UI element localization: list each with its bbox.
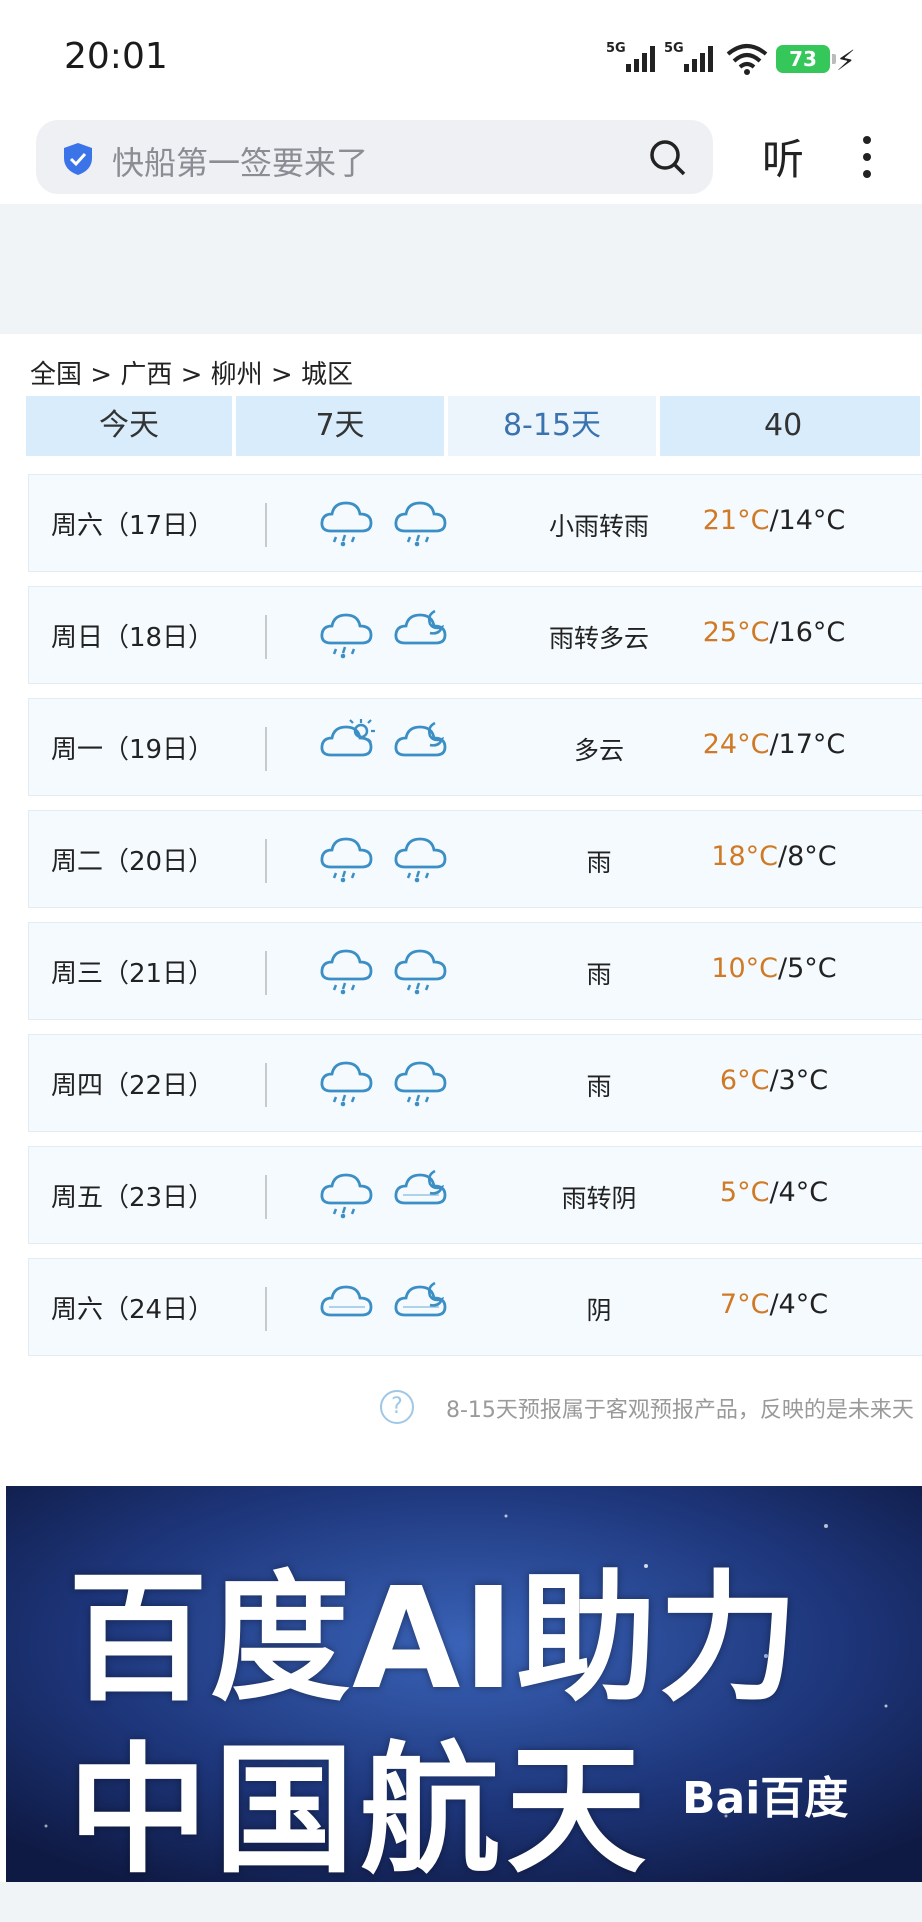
baidu-logo: Bai百度 — [682, 1773, 849, 1824]
rain-icon — [319, 941, 377, 995]
battery-indicator: 73 — [776, 45, 836, 73]
rain-icon — [319, 605, 377, 659]
tab-40days[interactable]: 40 — [660, 396, 920, 456]
rain-icon — [393, 941, 451, 995]
forecast-day: 周日（18日） — [51, 623, 215, 653]
temperature-range: 10°C/5°C — [659, 953, 889, 984]
forecast-row[interactable]: 周一（19日） 多云 24°C/17°C — [28, 698, 922, 796]
tab-7days[interactable]: 7天 — [236, 396, 444, 456]
temperature-range: 7°C/4°C — [659, 1289, 889, 1320]
forecast-row[interactable]: 周六（24日）阴 7°C/4°C — [28, 1258, 922, 1356]
divider — [265, 727, 267, 771]
divider — [265, 1287, 267, 1331]
wifi-icon — [726, 44, 768, 75]
shield-icon — [64, 143, 92, 175]
bottom-strip — [0, 1882, 922, 1922]
temperature-range: 6°C/3°C — [659, 1065, 889, 1096]
high-temp: 21°C — [702, 505, 770, 536]
light-rain-icon — [319, 493, 377, 547]
help-icon[interactable]: ? — [380, 1390, 414, 1424]
divider — [265, 615, 267, 659]
low-temp: /14°C — [769, 505, 846, 536]
partly-cloudy-icon — [319, 717, 377, 769]
low-temp: /16°C — [769, 617, 846, 648]
rain-icon — [319, 829, 377, 883]
high-temp: 25°C — [702, 617, 770, 648]
high-temp: 10°C — [711, 953, 779, 984]
spacer-band — [0, 204, 922, 334]
forecast-tabs: 今天 7天 8-15天 40 — [26, 396, 922, 458]
cellular-signal-icon: 5G — [606, 41, 655, 72]
status-bar: 20:01 5G 5G 73 ⚡ — [0, 0, 922, 112]
search-placeholder: 快船第一签要来了 — [112, 144, 369, 182]
temperature-range: 18°C/8°C — [659, 841, 889, 872]
cloudy-night-icon — [393, 717, 451, 769]
forecast-row[interactable]: 周三（21日）雨 10°C/5°C — [28, 922, 922, 1020]
rain-icon — [319, 1053, 377, 1107]
overcast-night-icon — [393, 1277, 451, 1329]
svg-text:5G: 5G — [664, 41, 684, 56]
forecast-row[interactable]: 周日（18日） 雨转多云 25°C/16°C — [28, 586, 922, 684]
search-icon[interactable] — [648, 138, 688, 178]
svg-text:5G: 5G — [606, 41, 626, 56]
cloudy-night-icon — [393, 605, 451, 657]
more-menu-icon[interactable] — [863, 136, 873, 187]
forecast-note: ? 8-15天预报属于客观预报产品，反映的是未来天 — [310, 1390, 922, 1430]
low-temp: /17°C — [769, 729, 846, 760]
rain-icon — [319, 1165, 377, 1219]
divider — [265, 839, 267, 883]
banner-ad[interactable]: 百度AI助力 中国航天 Bai百度 — [6, 1486, 922, 1882]
status-time: 20:01 — [64, 36, 168, 77]
forecast-row[interactable]: 周四（22日）雨 6°C/3°C — [28, 1034, 922, 1132]
tab-today[interactable]: 今天 — [26, 396, 232, 456]
divider — [265, 503, 267, 547]
overcast-night-icon — [393, 1165, 451, 1217]
forecast-day: 周一（19日） — [51, 735, 215, 765]
cellular-signal-icon: 5G — [664, 41, 713, 72]
forecast-day: 周六（24日） — [51, 1295, 215, 1325]
tab-8-15days[interactable]: 8-15天 — [448, 396, 656, 456]
low-temp: /4°C — [769, 1177, 829, 1208]
high-temp: 6°C — [719, 1065, 770, 1096]
high-temp: 5°C — [719, 1177, 770, 1208]
divider — [265, 1175, 267, 1219]
forecast-row[interactable]: 周二（20日）雨 18°C/8°C — [28, 810, 922, 908]
note-text: 8-15天预报属于客观预报产品，反映的是未来天 — [446, 1398, 914, 1423]
forecast-row[interactable]: 周五（23日） 雨转阴 5°C/4°C — [28, 1146, 922, 1244]
low-temp: /3°C — [769, 1065, 829, 1096]
high-temp: 7°C — [719, 1289, 770, 1320]
low-temp: /4°C — [769, 1289, 829, 1320]
divider — [265, 1063, 267, 1107]
temperature-range: 25°C/16°C — [659, 617, 889, 648]
forecast-day: 周三（21日） — [51, 959, 215, 989]
high-temp: 18°C — [711, 841, 779, 872]
rain-icon — [393, 829, 451, 883]
temperature-range: 21°C/14°C — [659, 505, 889, 536]
temperature-range: 24°C/17°C — [659, 729, 889, 760]
listen-button[interactable]: 听 — [762, 126, 804, 187]
breadcrumb[interactable]: 全国 > 广西 > 柳州 > 城区 — [30, 354, 353, 391]
forecast-day: 周五（23日） — [51, 1183, 215, 1213]
low-temp: /8°C — [778, 841, 837, 872]
search-input[interactable]: 快船第一签要来了 — [36, 120, 713, 194]
weather-card: 全国 > 广西 > 柳州 > 城区 今天 7天 8-15天 40 周六（17日）… — [6, 334, 922, 1446]
rain-icon — [393, 493, 451, 547]
forecast-row[interactable]: 周六（17日） 小雨转雨 21°C/14°C — [28, 474, 922, 572]
temperature-range: 5°C/4°C — [659, 1177, 889, 1208]
forecast-day: 周六（17日） — [51, 511, 215, 541]
overcast-icon — [319, 1277, 377, 1329]
charging-icon: ⚡ — [836, 44, 856, 77]
divider — [265, 951, 267, 995]
forecast-day: 周二（20日） — [51, 847, 215, 877]
high-temp: 24°C — [702, 729, 770, 760]
low-temp: /5°C — [778, 953, 837, 984]
banner-title-line2: 中国航天 — [68, 1730, 653, 1882]
rain-icon — [393, 1053, 451, 1107]
forecast-day: 周四（22日） — [51, 1071, 215, 1101]
